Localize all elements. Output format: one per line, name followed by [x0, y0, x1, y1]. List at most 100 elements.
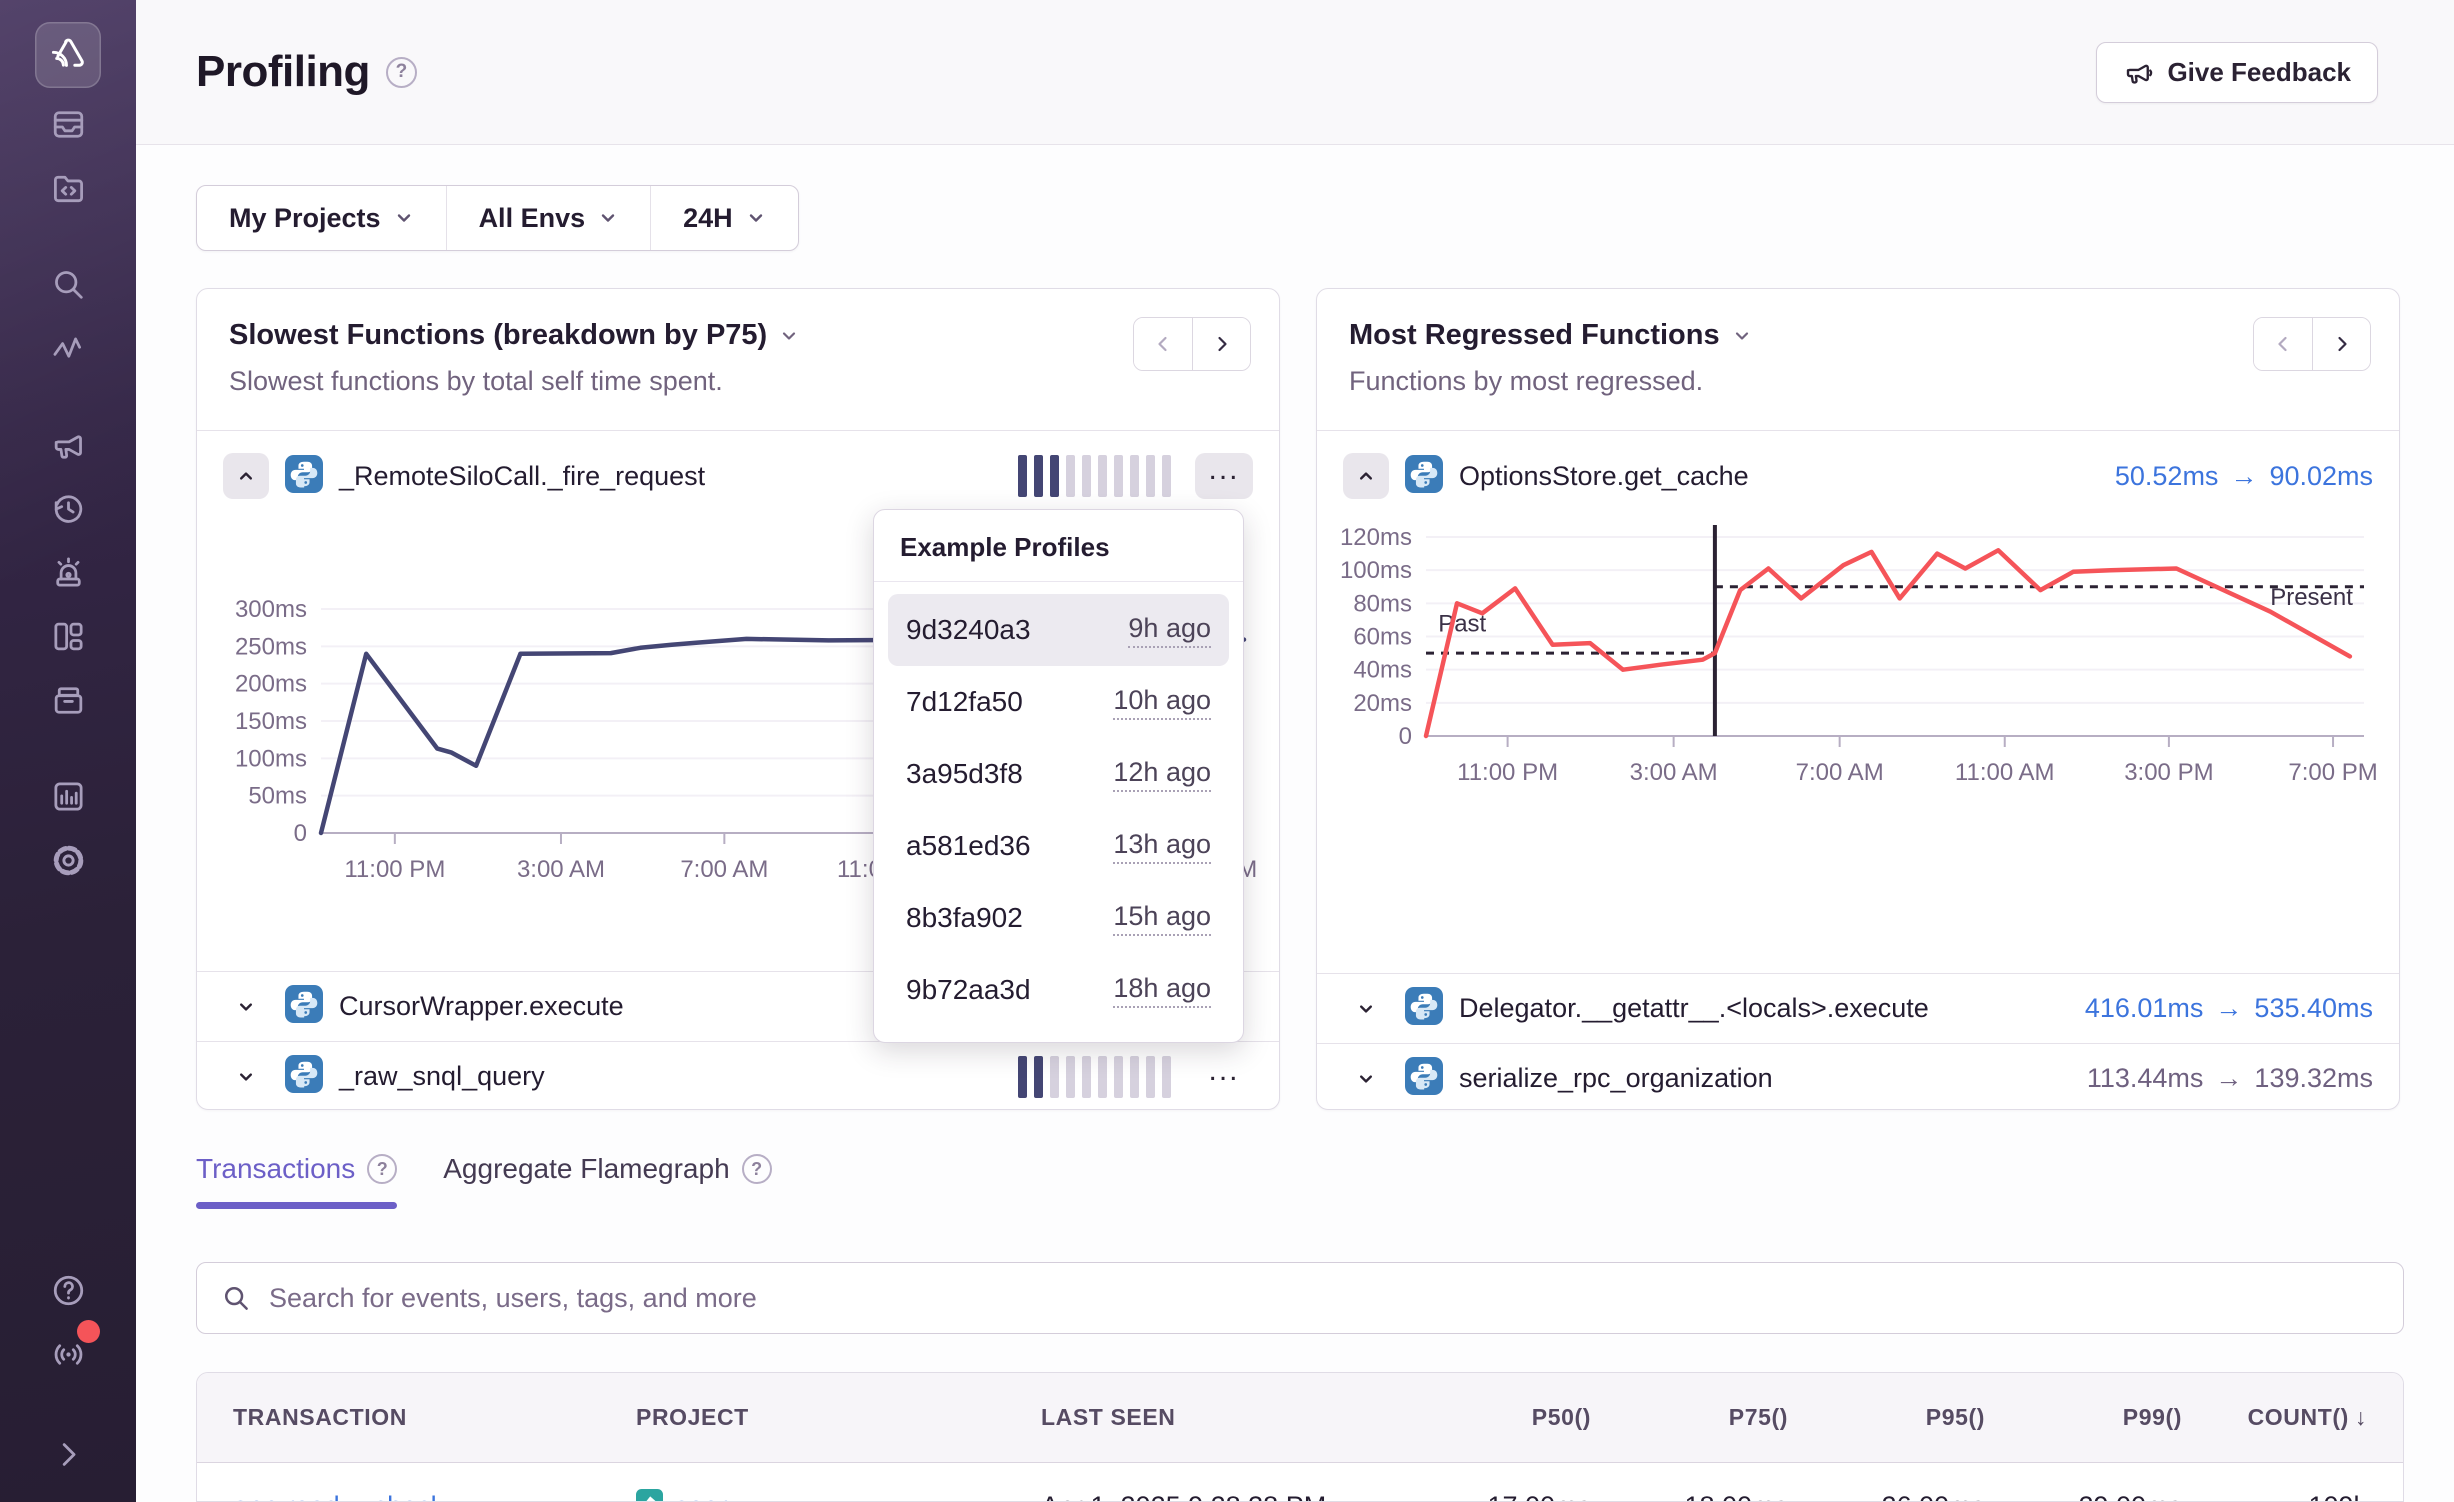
collapse-row-button[interactable]	[223, 453, 269, 499]
function-name[interactable]: OptionsStore.get_cache	[1459, 461, 1749, 492]
prev-page-button[interactable]	[2254, 318, 2312, 370]
profile-id[interactable]: 9d3240a3	[906, 614, 1031, 646]
settings-icon[interactable]	[40, 832, 96, 888]
regression-chart: 020ms40ms60ms80ms100ms120ms11:00 PM3:00 …	[1317, 521, 2399, 973]
example-profile-item[interactable]: a581ed36 13h ago	[888, 810, 1229, 882]
regression-metrics[interactable]: 50.52ms→90.02ms	[2115, 461, 2373, 492]
chevron-down-icon	[779, 326, 799, 346]
filter-bar: My Projects All Envs 24H	[196, 185, 799, 251]
function-name[interactable]: _RemoteSiloCall._fire_request	[339, 461, 705, 492]
sentry-logo[interactable]	[35, 22, 101, 88]
profile-age-link[interactable]: 9h ago	[1128, 613, 1211, 648]
prev-page-button[interactable]	[1134, 318, 1192, 370]
example-profile-item[interactable]: 8b3fa902 15h ago	[888, 882, 1229, 954]
python-icon	[285, 985, 323, 1028]
svg-text:7:00 AM: 7:00 AM	[680, 856, 768, 883]
svg-text:11:00 PM: 11:00 PM	[344, 856, 445, 883]
tab-transactions-label: Transactions	[196, 1153, 355, 1185]
tab-transactions[interactable]: Transactions ?	[196, 1153, 397, 1209]
example-profile-item[interactable]: 9d3240a3 9h ago	[888, 594, 1229, 666]
transactions-help-icon[interactable]: ?	[367, 1154, 397, 1184]
column-header-p99[interactable]: P99()	[2123, 1404, 2182, 1431]
profile-id[interactable]: 3a95d3f8	[906, 758, 1023, 790]
profile-age-link[interactable]: 10h ago	[1113, 685, 1211, 720]
feedback-icon[interactable]	[40, 416, 96, 472]
profile-id[interactable]: 7d12fa50	[906, 686, 1023, 718]
tab-aggregate-flamegraph[interactable]: Aggregate Flamegraph ?	[443, 1153, 771, 1209]
function-row: Delegator.__getattr__.<locals>.execute 41…	[1317, 973, 2399, 1043]
transaction-link[interactable]: app.ready._check	[233, 1491, 636, 1502]
svg-text:100ms: 100ms	[235, 745, 307, 772]
svg-text:7:00 PM: 7:00 PM	[2288, 759, 2377, 786]
performance-icon[interactable]	[40, 320, 96, 376]
expand-row-button[interactable]	[1343, 1056, 1389, 1102]
environment-filter[interactable]: All Envs	[446, 186, 651, 250]
help-icon[interactable]	[40, 1262, 96, 1318]
column-header-p50[interactable]: P50()	[1532, 1404, 1591, 1431]
table-row: app.ready._checkseerApr 1, 2025 9:28:38 …	[197, 1463, 2403, 1502]
column-header-p75[interactable]: P75()	[1729, 1404, 1788, 1431]
issues-icon[interactable]	[40, 96, 96, 152]
search-icon[interactable]	[40, 256, 96, 312]
profile-id[interactable]: 8b3fa902	[906, 902, 1023, 934]
example-profile-item[interactable]: 3a95d3f8 12h ago	[888, 738, 1229, 810]
column-header-project[interactable]: PROJECT	[636, 1404, 1041, 1431]
slowest-functions-title[interactable]: Slowest Functions (breakdown by P75)	[229, 319, 799, 352]
count-value: 109k	[2308, 1491, 2367, 1502]
profile-age-link[interactable]: 18h ago	[1113, 973, 1211, 1008]
regression-metrics[interactable]: 416.01ms→535.40ms	[2085, 993, 2373, 1024]
profile-age-link[interactable]: 13h ago	[1113, 829, 1211, 864]
alerts-icon[interactable]	[40, 544, 96, 600]
column-header-count[interactable]: COUNT()↓	[2248, 1404, 2367, 1431]
collapse-sidebar-icon[interactable]	[40, 1426, 96, 1482]
regression-metrics[interactable]: 113.44ms→139.32ms	[2087, 1063, 2373, 1094]
next-page-button[interactable]	[1192, 318, 1250, 370]
example-profile-item[interactable]: 9b72aa3d 18h ago	[888, 954, 1229, 1026]
function-name[interactable]: serialize_rpc_organization	[1459, 1063, 1773, 1094]
dashboards-icon[interactable]	[40, 608, 96, 664]
column-header-p95[interactable]: P95()	[1926, 1404, 1985, 1431]
whats-new-icon[interactable]	[40, 1326, 96, 1382]
function-name[interactable]: _raw_snql_query	[339, 1061, 545, 1092]
releases-icon[interactable]	[40, 672, 96, 728]
projects-icon[interactable]	[40, 160, 96, 216]
date-range-filter-label: 24H	[683, 203, 733, 234]
replays-icon[interactable]	[40, 480, 96, 536]
example-profile-item[interactable]: 7d12fa50 10h ago	[888, 666, 1229, 738]
regression-before: 416.01ms	[2085, 993, 2204, 1024]
expand-row-button[interactable]	[223, 1054, 269, 1100]
column-header-transaction[interactable]: TRANSACTION	[233, 1404, 636, 1431]
next-page-button[interactable]	[2312, 318, 2370, 370]
regression-after: 535.40ms	[2254, 993, 2373, 1024]
table-header-row: TRANSACTIONPROJECTLAST SEEN P50() P75() P95…	[197, 1373, 2403, 1463]
svg-text:40ms: 40ms	[1353, 657, 1412, 684]
flamegraph-help-icon[interactable]: ?	[742, 1154, 772, 1184]
project-filter[interactable]: My Projects	[197, 186, 446, 250]
collapse-row-button[interactable]	[1343, 453, 1389, 499]
column-header-lastseen[interactable]: LAST SEEN	[1041, 1404, 1471, 1431]
give-feedback-button[interactable]: Give Feedback	[2096, 42, 2378, 103]
svg-text:0: 0	[1399, 723, 1412, 750]
project-cell[interactable]: seer	[636, 1489, 1041, 1502]
profile-age-link[interactable]: 15h ago	[1113, 901, 1211, 936]
most-regressed-subtitle: Functions by most regressed.	[1349, 366, 2367, 397]
megaphone-icon	[2123, 57, 2153, 87]
function-name[interactable]: CursorWrapper.execute	[339, 991, 624, 1022]
function-name[interactable]: Delegator.__getattr__.<locals>.execute	[1459, 993, 1929, 1024]
more-options-button[interactable]: ...	[1195, 453, 1253, 499]
p75-gauge	[1018, 1056, 1171, 1098]
expand-row-button[interactable]	[223, 984, 269, 1030]
page-help-icon[interactable]: ?	[386, 57, 417, 88]
date-range-filter[interactable]: 24H	[650, 186, 798, 250]
profile-age-link[interactable]: 12h ago	[1113, 757, 1211, 792]
most-regressed-title[interactable]: Most Regressed Functions	[1349, 319, 1752, 352]
profile-id[interactable]: a581ed36	[906, 830, 1031, 862]
stats-icon[interactable]	[40, 768, 96, 824]
more-options-button[interactable]: ...	[1195, 1054, 1253, 1100]
svg-text:50ms: 50ms	[248, 783, 307, 810]
profile-id[interactable]: 9b72aa3d	[906, 974, 1031, 1006]
search-input[interactable]	[269, 1283, 2379, 1314]
regression-after: 90.02ms	[2269, 461, 2373, 492]
expand-row-button[interactable]	[1343, 986, 1389, 1032]
content: My Projects All Envs 24H Slowest Functio…	[136, 145, 2454, 1502]
